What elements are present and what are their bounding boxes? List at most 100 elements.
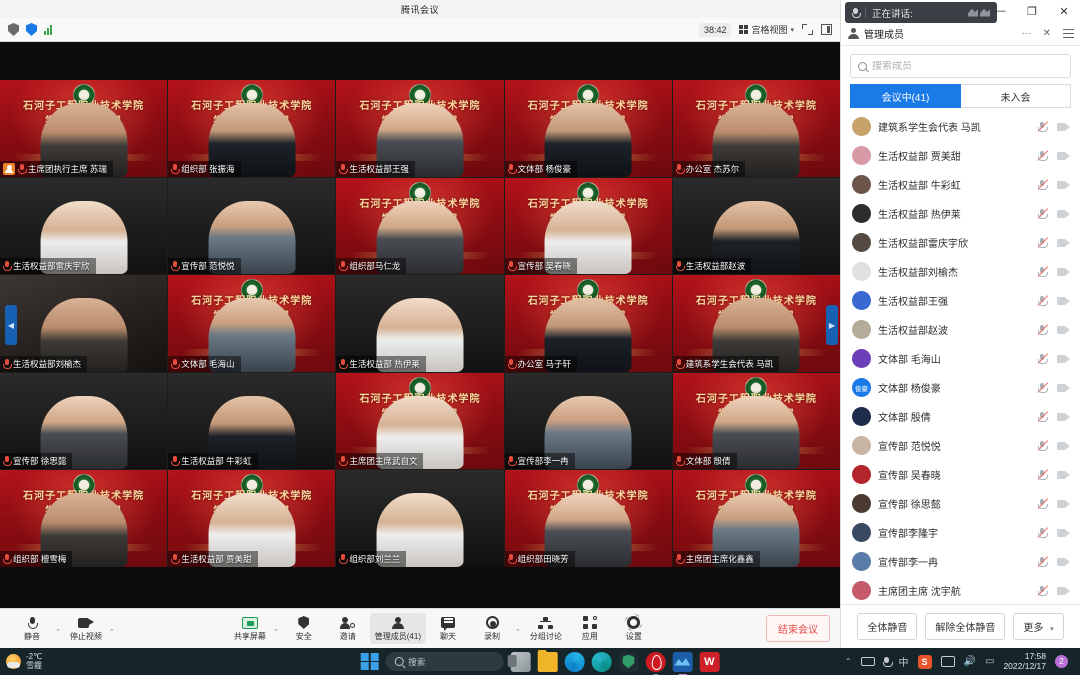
participant-tile[interactable]: 石河子工程职业技术学院学生会第十七届组织部马仁龙 [336,177,504,274]
participant-tile[interactable]: 组织部刘兰兰 [336,470,504,567]
mic-muted-icon[interactable] [1037,555,1049,568]
camera-icon[interactable] [1057,499,1070,509]
participant-tile[interactable]: 石河子工程职业技术学院学生会第十七届生活权益部王强 [336,80,504,177]
netease-music-icon[interactable] [645,651,666,675]
battery-icon[interactable]: ▭ [985,656,994,667]
search-box[interactable] [850,54,1071,78]
fullscreen-icon[interactable] [802,24,813,35]
end-meeting-button[interactable]: 结束会议 [766,615,831,642]
camera-icon[interactable] [1057,470,1070,480]
microphone-icon[interactable] [882,656,893,667]
taskbar-search-box[interactable]: 搜索 [385,652,504,671]
camera-icon[interactable] [1057,557,1070,567]
participant-tile[interactable]: 石河子工程职业技术学院学生会第十七届主席团主席武自文 [336,372,504,469]
member-tab-0[interactable]: 会议中(41) [850,84,961,108]
member-list-item[interactable]: 生活权益部赵波 [841,315,1080,344]
mic-muted-icon[interactable] [1037,497,1049,510]
toolbar-共享屏幕-button[interactable]: 共享屏幕 [228,613,272,644]
mic-muted-icon[interactable] [1037,323,1049,336]
participant-tile[interactable]: 宣传部李一冉 [504,372,672,469]
mic-muted-icon[interactable] [1037,526,1049,539]
toolbar-设置-button[interactable]: 设置 [612,613,656,644]
camera-icon[interactable] [1057,528,1070,538]
mute-all-button[interactable]: 全体静音 [857,613,918,640]
camera-icon[interactable] [1057,412,1070,422]
camera-icon[interactable] [1057,325,1070,335]
chevron-up-icon[interactable]: ⌃ [515,628,521,636]
hamburger-icon[interactable] [1063,29,1074,38]
member-list-item[interactable]: 宣传部李隆宇 [841,518,1080,547]
mic-muted-icon[interactable] [1037,178,1049,191]
participant-tile[interactable]: 石河子工程职业技术学院学生会第十七届主席团执行主席 苏瑞 [0,80,168,177]
mic-muted-icon[interactable] [1037,410,1049,423]
security-shield-icon[interactable] [26,23,37,36]
chevron-up-icon[interactable]: ⌃ [109,628,115,636]
maximize-button[interactable]: ❐ [1016,0,1048,22]
sidebar-toggle-icon[interactable] [821,24,832,35]
participant-tile[interactable]: 石河子工程职业技术学院学生会第十七届组织部田晓芳 [504,470,672,567]
toolbar-管理成员-button[interactable]: 管理成员(41) [369,613,426,644]
ime-indicator[interactable]: 中 [899,654,909,669]
toolbar-停止视频-button[interactable]: 停止视频 [64,613,108,644]
edge-icon[interactable] [564,651,585,672]
toolbar-分组讨论-button[interactable]: 分组讨论 [524,613,568,644]
member-list-item[interactable]: 建筑系学生会代表 马凯 [841,112,1080,141]
participant-tile[interactable]: 石河子工程职业技术学院学生会第十七届办公室 马子轩 [504,275,672,372]
mic-muted-icon[interactable] [1037,381,1049,394]
search-input[interactable] [872,60,1063,72]
member-list-item[interactable]: 文体部 殷倩 [841,402,1080,431]
mic-muted-icon[interactable] [1037,265,1049,278]
mic-muted-icon[interactable] [1037,120,1049,133]
view-mode-selector[interactable]: 宫格视图 ▾ [739,23,794,36]
participant-tile[interactable]: 石河子工程职业技术学院学生会第十七届办公室 杰苏尔 [672,80,840,177]
mic-muted-icon[interactable] [1037,207,1049,220]
keyboard-icon[interactable] [860,657,875,666]
camera-icon[interactable] [1057,122,1070,132]
grid-next-page-button[interactable]: ▶ [826,305,838,345]
network-signal-icon[interactable] [44,24,52,35]
chevron-up-icon[interactable]: ⌃ [273,628,279,636]
camera-icon[interactable] [1057,151,1070,161]
member-list-item[interactable]: 生活权益部 贾美甜 [841,141,1080,170]
participant-tile[interactable]: 石河子工程职业技术学院学生会第十七届组织部 张振海 [168,80,336,177]
participant-tile[interactable]: 石河子工程职业技术学院学生会第十七届主席团主席化鑫鑫 [672,470,840,567]
taskbar-weather-widget[interactable]: -2℃ 雪霾 [6,652,42,670]
mic-muted-icon[interactable] [1037,294,1049,307]
windows-start-icon[interactable] [360,652,379,671]
tray-overflow-icon[interactable]: ⌃ [845,657,852,666]
member-list-item[interactable]: 宣传部李一冉 [841,547,1080,576]
participant-tile[interactable]: 石河子工程职业技术学院学生会第十七届文体部 殷倩 [672,372,840,469]
mic-muted-icon[interactable] [1037,149,1049,162]
member-list-item[interactable]: 生活权益部 牛彩虹 [841,170,1080,199]
mic-muted-icon[interactable] [1037,584,1049,597]
participant-tile[interactable]: 石河子工程职业技术学院学生会第十七届建筑系学生会代表 马凯 [672,275,840,372]
mic-muted-icon[interactable] [1037,352,1049,365]
unmute-all-button[interactable]: 解除全体静音 [925,613,1006,640]
volume-icon[interactable]: 🔊 [964,656,976,667]
camera-icon[interactable] [1057,354,1070,364]
wps-icon[interactable]: W [699,651,720,672]
participant-tile[interactable]: 石河子工程职业技术学院学生会第十七届宣传部 吴春晓 [504,177,672,274]
camera-icon[interactable] [1057,296,1070,306]
toolbar-应用-button[interactable]: 应用 [568,613,612,644]
display-icon[interactable] [940,656,955,667]
participant-tile[interactable]: 生活权益部 牛彩虹 [168,372,336,469]
browser-icon[interactable] [591,651,612,672]
tencent-meeting-icon[interactable] [672,651,693,675]
member-tab-1[interactable]: 未入会 [961,84,1071,108]
participant-tile[interactable]: 宣传部 徐思懿 [0,372,168,469]
mic-muted-icon[interactable] [1037,236,1049,249]
panel-close-icon[interactable]: ✕ [1040,28,1054,39]
toolbar-邀请-button[interactable]: 邀请 [326,613,370,644]
security-icon[interactable] [618,651,639,672]
participant-tile[interactable]: 生活权益部 热伊莱 [336,275,504,372]
camera-icon[interactable] [1057,441,1070,451]
grid-prev-page-button[interactable]: ◀ [5,305,17,345]
member-list-item[interactable]: 宣传部 吴春晓 [841,460,1080,489]
camera-icon[interactable] [1057,383,1070,393]
participant-tile[interactable]: 宣传部 范悦悦 [168,177,336,274]
mic-muted-icon[interactable] [1037,439,1049,452]
camera-icon[interactable] [1057,238,1070,248]
participant-tile[interactable]: 生活权益部雷庆宇欣 [0,177,168,274]
member-list-item[interactable]: 生活权益部王强 [841,286,1080,315]
